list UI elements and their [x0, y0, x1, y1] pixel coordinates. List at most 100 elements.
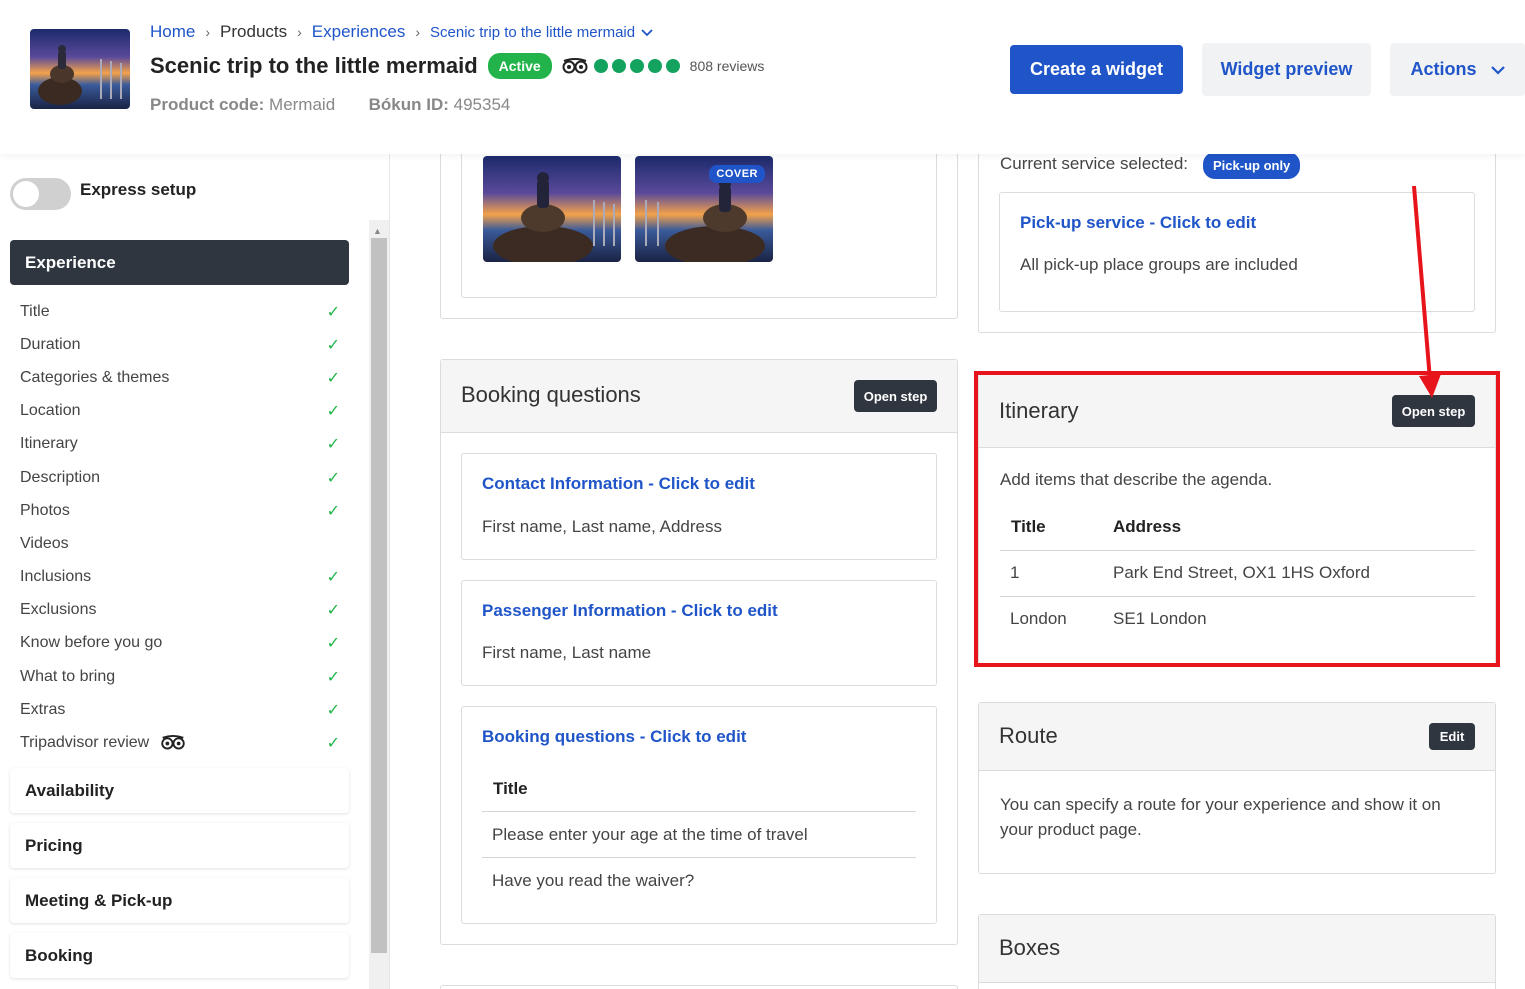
scrollbar-thumb[interactable] [371, 238, 387, 953]
sidebar-item-description[interactable]: Description ✓ [20, 461, 340, 494]
breadcrumb-home[interactable]: Home [150, 22, 195, 42]
sidebar-item-duration[interactable]: Duration ✓ [20, 328, 340, 361]
product-code-label: Product code: [150, 95, 265, 114]
product-codes: Product code: Mermaid Bókun ID: 495354 [150, 95, 510, 115]
sidebar-item-label: Location [20, 402, 81, 420]
review-count[interactable]: 808 reviews [690, 58, 765, 74]
checkmark-icon: ✓ [326, 369, 340, 387]
sidebar-item-know-before-you-go[interactable]: Know before you go ✓ [20, 627, 340, 660]
product-thumbnail [30, 29, 130, 109]
passenger-info-link[interactable]: Passenger Information - Click to edit [482, 601, 778, 621]
route-card: Route Edit You can specify a route for y… [978, 702, 1496, 874]
checkmark-icon: ✓ [326, 303, 340, 321]
widget-preview-button[interactable]: Widget preview [1202, 43, 1371, 96]
cover-photo-thumbnail[interactable]: COVER [635, 156, 773, 262]
tripadvisor-icon [562, 58, 588, 74]
cover-badge: COVER [709, 165, 765, 183]
sidebar-section-booking[interactable]: Booking [10, 933, 349, 978]
route-title: Route [999, 723, 1058, 748]
card-header: Route Edit [979, 703, 1495, 771]
breadcrumb-separator: › [297, 24, 302, 40]
sidebar-item-categories[interactable]: Categories & themes ✓ [20, 361, 340, 394]
booking-questions-link[interactable]: Booking questions - Click to edit [482, 727, 746, 747]
create-widget-button[interactable]: Create a widget [1010, 45, 1183, 94]
pickup-service-box[interactable]: Pick-up service - Click to edit All pick… [999, 192, 1475, 312]
boxes-card: Boxes [978, 914, 1496, 989]
sidebar-scrollbar[interactable]: ▲ [369, 220, 389, 989]
sidebar-section-experience[interactable]: Experience [10, 240, 349, 285]
breadcrumb-products[interactable]: Products [220, 22, 287, 42]
actions-dropdown-button[interactable]: Actions [1390, 43, 1525, 96]
rating-bubble-icon [593, 59, 608, 73]
checkmark-icon: ✓ [326, 735, 340, 753]
sidebar-item-photos[interactable]: Photos ✓ [20, 494, 340, 527]
toggle-knob [13, 181, 39, 207]
sidebar-item-videos[interactable]: Videos [20, 527, 340, 560]
booking-questions-box[interactable]: Booking questions - Click to edit Title … [461, 706, 937, 924]
checkmark-icon: ✓ [326, 403, 340, 421]
product-header: Home › Products › Experiences › Scenic t… [0, 0, 1525, 154]
sidebar-item-title[interactable]: Title ✓ [20, 295, 340, 328]
photos-inner-box: COVER [461, 130, 937, 298]
sidebar-item-inclusions[interactable]: Inclusions ✓ [20, 561, 340, 594]
route-description: You can specify a route for your experie… [1000, 795, 1441, 839]
sidebar-item-exclusions[interactable]: Exclusions ✓ [20, 594, 340, 627]
breadcrumb-experiences[interactable]: Experiences [312, 22, 406, 42]
pickup-service-desc: All pick-up place groups are included [1020, 255, 1298, 274]
sidebar-item-label: Photos [20, 501, 70, 519]
edit-button[interactable]: Edit [1429, 723, 1475, 750]
passenger-info-fields: First name, Last name [482, 643, 652, 662]
sidebar-item-extras[interactable]: Extras ✓ [20, 693, 340, 726]
checkmark-icon: ✓ [326, 701, 340, 719]
contact-info-link[interactable]: Contact Information - Click to edit [482, 474, 755, 494]
sidebar-item-location[interactable]: Location ✓ [20, 395, 340, 428]
sidebar-item-tripadvisor-review[interactable]: Tripadvisor review ✓ [20, 726, 340, 759]
open-step-button[interactable]: Open step [854, 380, 937, 412]
chevron-down-icon [1490, 59, 1505, 80]
rating-bubble-icon [665, 59, 680, 73]
sidebar-item-label: Videos [20, 534, 69, 552]
column-header-title: Title [493, 779, 528, 798]
breadcrumb-current[interactable]: Scenic trip to the little mermaid [430, 24, 635, 41]
sidebar-section-availability[interactable]: Availability [10, 768, 349, 813]
card-header: Boxes [979, 915, 1495, 983]
sidebar-item-label: Duration [20, 335, 81, 353]
rating-bubble-icon [647, 59, 662, 73]
highlight-box [974, 371, 1500, 667]
status-badge: Active [487, 53, 552, 79]
tripadvisor-icon [160, 735, 186, 750]
sidebar-item-label: Tripadvisor review [20, 734, 150, 752]
sidebar-section-meeting-pickup[interactable]: Meeting & Pick-up [10, 878, 349, 923]
passenger-info-box[interactable]: Passenger Information - Click to edit Fi… [461, 580, 937, 686]
breadcrumb-separator: › [205, 24, 211, 40]
booking-questions-card: Booking questions Open step Contact Info… [440, 359, 958, 945]
pickup-card: Current service selected: Pick-up only P… [978, 140, 1496, 333]
rating-bubbles [593, 59, 680, 73]
next-card [440, 985, 958, 989]
checkmark-icon: ✓ [326, 502, 340, 520]
checkmark-icon: ✓ [326, 602, 340, 620]
pickup-service-link[interactable]: Pick-up service - Click to edit [1020, 213, 1256, 233]
sidebar-item-label: Itinerary [20, 435, 78, 453]
chevron-down-icon[interactable] [641, 25, 653, 40]
sidebar-item-itinerary[interactable]: Itinerary ✓ [20, 428, 340, 461]
sidebar-item-label: What to bring [20, 667, 116, 685]
sidebar-section-pricing[interactable]: Pricing [10, 823, 349, 868]
scroll-up-icon[interactable]: ▲ [373, 226, 382, 236]
sidebar-item-what-to-bring[interactable]: What to bring ✓ [20, 660, 340, 693]
sidebar-item-label: Title [20, 302, 50, 320]
service-type-badge: Pick-up only [1203, 152, 1301, 179]
booking-questions-title: Booking questions [461, 382, 641, 407]
checkmark-icon: ✓ [326, 569, 340, 587]
express-setup-toggle[interactable] [10, 178, 71, 210]
rating-bubble-icon [629, 59, 644, 73]
sidebar-item-label: Categories & themes [20, 368, 170, 386]
table-divider [482, 857, 916, 858]
photos-card: COVER [440, 130, 958, 319]
checkmark-icon: ✓ [326, 469, 340, 487]
breadcrumb: Home › Products › Experiences › Scenic t… [150, 22, 653, 42]
contact-info-box[interactable]: Contact Information - Click to edit Firs… [461, 453, 937, 560]
sidebar: Express setup ▲ Experience Title ✓ Durat… [0, 154, 390, 989]
sidebar-item-label: Inclusions [20, 568, 92, 586]
photo-thumbnail[interactable] [483, 156, 621, 262]
